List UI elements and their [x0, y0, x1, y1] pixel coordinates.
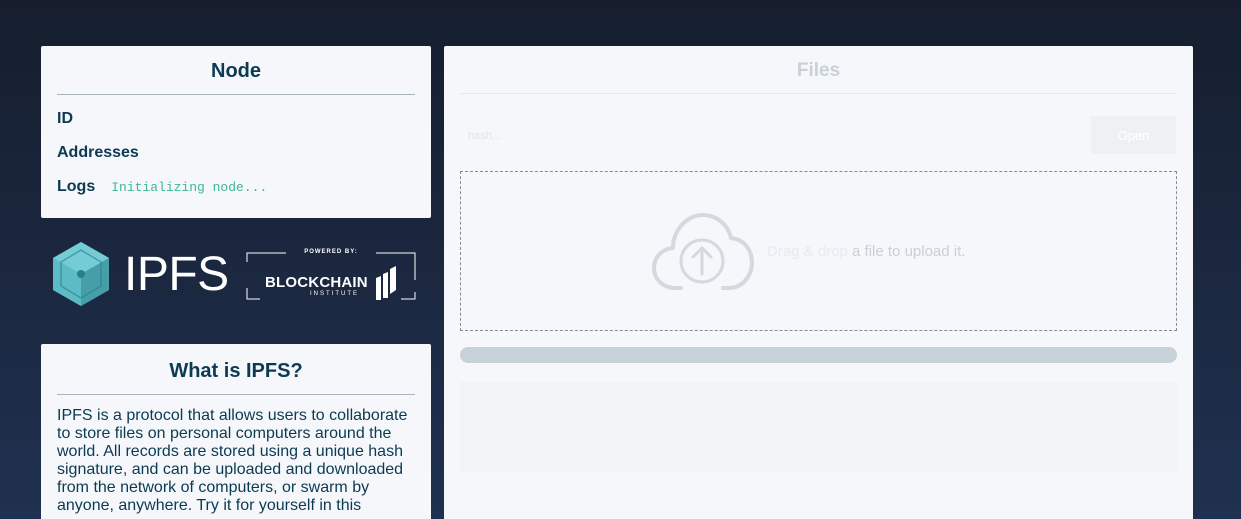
powered-by-label: POWERED BY: [304, 249, 358, 255]
node-panel: Node ID Addresses Logs Initializing node… [41, 46, 431, 218]
node-logs-label: Logs [57, 178, 96, 195]
file-list [460, 382, 1177, 472]
node-title: Node [57, 60, 415, 95]
hash-input[interactable] [460, 118, 1080, 154]
ipfs-logo: IPFS [50, 240, 229, 308]
blockchain-institute-icon [376, 266, 396, 300]
file-dropzone[interactable]: Drag & drop a file to upload it. [460, 171, 1177, 331]
node-addresses-label: Addresses [57, 144, 139, 161]
upload-progress-bar [460, 347, 1177, 363]
drop-instructions: Drag & drop a file to upload it. [767, 243, 965, 260]
blockchain-label: BLOCKCHAIN [265, 274, 368, 291]
node-logs-row: Logs Initializing node... [57, 177, 415, 197]
about-text: IPFS is a protocol that allows users to … [57, 407, 408, 514]
ipfs-logo-text: IPFS [124, 247, 229, 301]
node-id-row: ID [57, 109, 415, 129]
cloud-upload-icon [652, 213, 754, 290]
node-log-text: Initializing node... [111, 179, 268, 195]
files-title: Files [460, 60, 1177, 94]
about-panel: What is IPFS? IPFS is a protocol that al… [41, 344, 431, 519]
files-panel: Files Open Drag & drop a file to upload … [444, 46, 1193, 519]
node-addresses-row: Addresses [57, 143, 415, 163]
ipfs-cube-icon [53, 242, 109, 306]
drop-instructions-rest: a file to upload it. [847, 243, 966, 260]
institute-label: INSTITUTE [310, 291, 359, 297]
blockchain-institute-logo: POWERED BY: BLOCKCHAIN INSTITUTE [246, 249, 416, 300]
drag-drop-link[interactable]: Drag & drop [767, 243, 848, 260]
node-id-label: ID [57, 110, 73, 127]
open-button[interactable]: Open [1091, 116, 1176, 154]
about-title: What is IPFS? [57, 360, 415, 395]
